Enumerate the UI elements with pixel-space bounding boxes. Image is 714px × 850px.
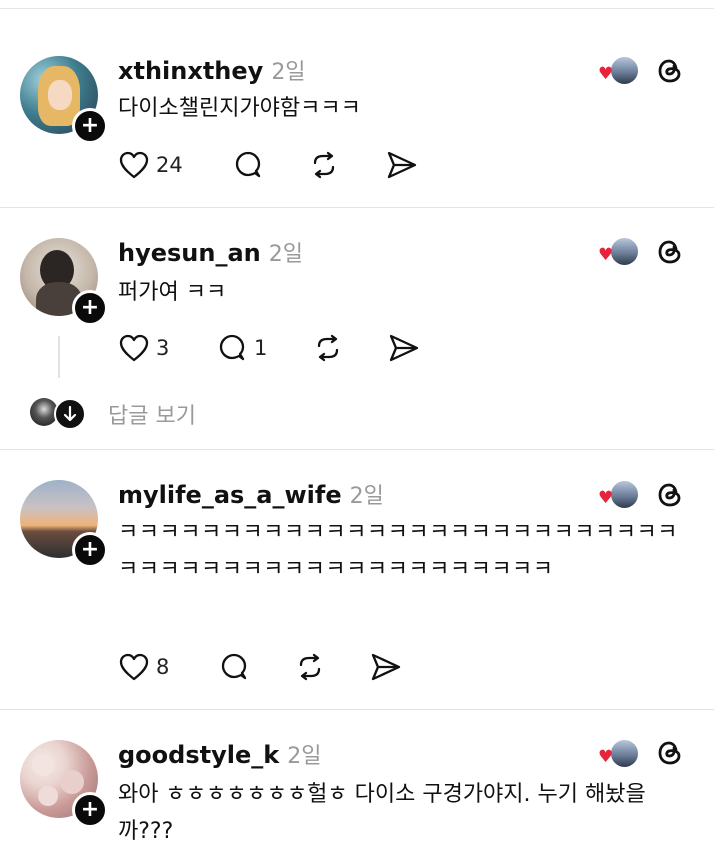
heart-outline-icon [119,334,149,362]
post-text: 다이소챌린지가야함ㅋㅋㅋ [118,96,361,121]
post-divider [0,709,714,710]
follow-plus-icon[interactable]: + [72,108,108,144]
post-text: 와아 ㅎㅎㅎㅎㅎㅎㅎ헐ㅎ 다이소 구경가야지. 누기 해놨을까??? [118,782,646,844]
liked-by-author-badge: ♥ [598,56,640,85]
timestamp: 2일 [287,744,322,769]
timestamp: 2일 [271,60,306,85]
threads-logo-icon[interactable] [655,56,685,86]
follow-plus-icon[interactable]: + [72,532,108,568]
follow-plus-icon[interactable]: + [72,792,108,828]
comment-count: 1 [254,336,268,360]
timestamp: 2일 [268,242,303,267]
repost-icon [313,151,335,179]
author-photo [610,480,639,509]
action-bar: 3 1 [118,331,438,365]
heart-outline-icon [119,653,149,681]
repost-icon [317,334,339,362]
liked-by-author-badge: ♥ [598,480,640,509]
heart-icon: ♥ [598,488,614,508]
post-text: 퍼가여 ㅋㅋ [118,280,227,305]
like-count: 3 [156,336,170,360]
heart-icon: ♥ [598,64,614,84]
action-bar: 24 [118,148,438,182]
share-button[interactable] [370,650,402,684]
repost-button[interactable] [294,650,326,684]
author-photo [610,56,639,85]
share-button[interactable] [388,331,420,365]
comment-bubble-icon [221,653,247,680]
threads-logo-icon[interactable] [655,480,685,510]
author-photo [610,237,639,266]
timestamp: 2일 [349,484,384,509]
heart-outline-icon [119,151,149,179]
top-divider [0,8,714,9]
comment-bubble-icon [235,151,261,178]
send-icon [371,653,401,681]
username[interactable]: goodstyle_k 2일 [118,738,321,770]
threads-logo-icon[interactable] [655,237,685,267]
like-button[interactable]: 24 [118,148,183,182]
comment-button[interactable] [232,148,264,182]
repost-button[interactable] [308,148,340,182]
share-button[interactable] [386,148,418,182]
comment-button[interactable]: 1 [216,331,267,365]
like-count: 8 [156,655,170,679]
comment-button[interactable] [218,650,250,684]
username[interactable]: hyesun_an 2일 [118,236,303,268]
liked-by-author-badge: ♥ [598,237,640,266]
arrow-down-icon [54,398,86,430]
comment-bubble-icon [219,334,245,361]
send-icon [387,151,417,179]
heart-icon: ♥ [598,747,614,767]
follow-plus-icon[interactable]: + [72,290,108,326]
like-button[interactable]: 8 [118,650,169,684]
action-bar: 8 [118,650,438,684]
post-divider [0,207,714,208]
post-divider [0,449,714,450]
heart-icon: ♥ [598,245,614,265]
liked-by-author-badge: ♥ [598,739,640,768]
repost-icon [299,653,321,681]
view-replies-link[interactable]: 답글 보기 [108,398,196,430]
send-icon [389,334,419,362]
threads-logo-icon[interactable] [655,738,685,768]
like-button[interactable]: 3 [118,331,169,365]
post-text: ㅋㅋㅋㅋㅋㅋㅋㅋㅋㅋㅋㅋㅋㅋㅋㅋㅋㅋㅋㅋㅋㅋㅋㅋㅋㅋㅋㅋㅋㅋㅋㅋㅋㅋㅋㅋㅋㅋㅋㅋ… [118,520,678,582]
username[interactable]: xthinxthey 2일 [118,54,306,86]
author-photo [610,739,639,768]
like-count: 24 [156,153,183,177]
username[interactable]: mylife_as_a_wife 2일 [118,478,384,510]
repost-button[interactable] [312,331,344,365]
thread-line [58,336,60,378]
